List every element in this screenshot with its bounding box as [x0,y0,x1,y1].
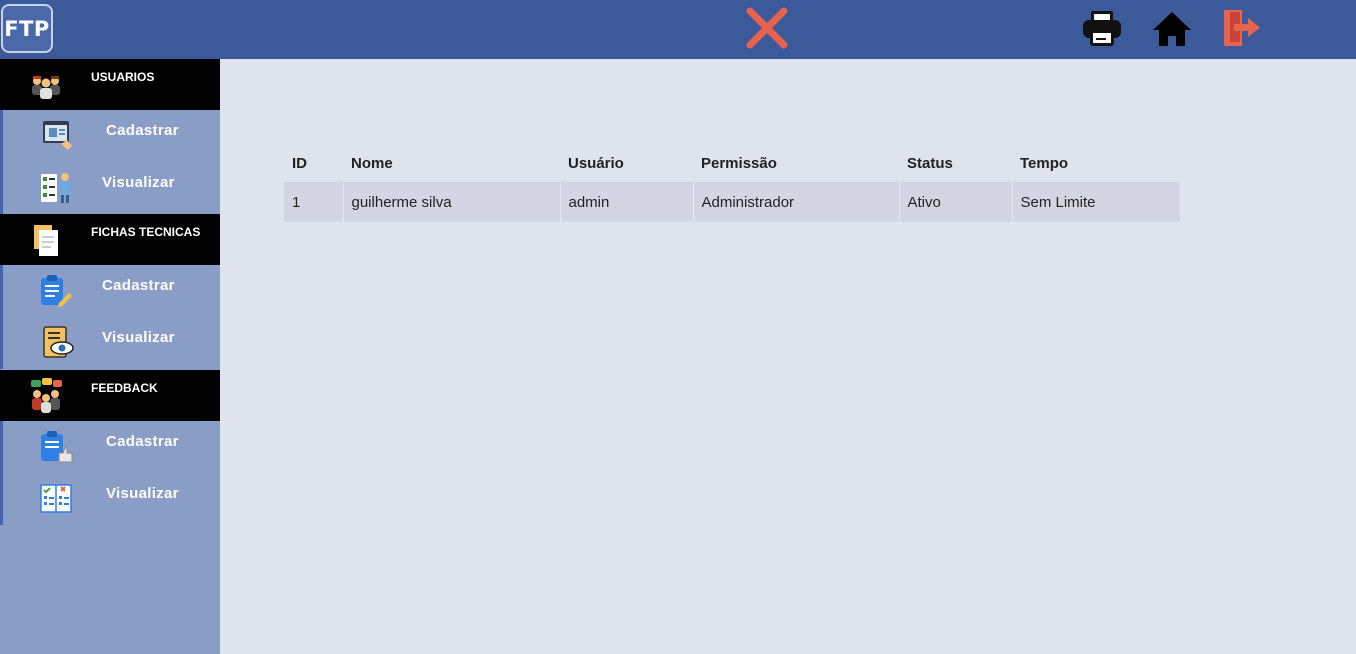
usuarios-visualizar[interactable]: Visualizar [3,162,220,214]
fichas-visualizar[interactable]: Visualizar [3,317,220,369]
feedback-cadastrar[interactable]: Cadastrar [3,421,220,473]
col-usuario[interactable]: Usuário [560,144,693,182]
cell-usuario: admin [560,182,694,222]
item-label: Visualizar [106,485,179,502]
cell-status: Ativo [899,182,1013,222]
fichas-cadastrar[interactable]: Cadastrar [3,265,220,317]
section-fichas-tecnicas[interactable]: FICHAS TECNICAS [0,214,220,265]
table-header-row: ID Nome Usuário Permissão Status Tempo [284,144,1180,182]
app-logo[interactable]: FTP [1,4,53,53]
item-label: Cadastrar [106,122,179,139]
clipboard-edit-icon [41,275,72,307]
users-group-icon [32,76,60,99]
section-title: USUARIOS [91,70,155,84]
register-user-icon [43,121,72,150]
section-title: FEEDBACK [91,381,158,395]
cell-tempo: Sem Limite [1012,182,1181,222]
users-table: ID Nome Usuário Permissão Status Tempo 1… [284,144,1181,222]
section-title: FICHAS TECNICAS [91,225,201,239]
cell-permissao: Administrador [693,182,900,222]
documents-icon [34,225,58,256]
exit-door-icon[interactable] [1219,8,1261,48]
feedback-people-icon [31,378,62,413]
section-usuarios-items: Cadastrar Visualizar [0,110,220,214]
section-usuarios[interactable]: USUARIOS [0,59,220,110]
close-x-icon[interactable] [745,7,789,49]
section-feedback[interactable]: FEEDBACK [0,370,220,421]
document-view-icon [43,326,74,358]
checklist-icon [40,484,72,513]
table-row[interactable]: 1 guilherme silva admin Administrador At… [284,182,1181,222]
clipboard-like-icon [41,431,73,463]
item-label: Visualizar [102,329,175,346]
col-permissao[interactable]: Permissão [693,144,899,182]
section-fichas-items: Cadastrar Visualizar [0,265,220,369]
col-tempo[interactable]: Tempo [1012,144,1180,182]
top-bar: FTP [0,0,1356,59]
view-users-icon [41,173,70,203]
item-label: Cadastrar [102,277,175,294]
section-feedback-items: Cadastrar Visualizar [0,421,220,525]
col-nome[interactable]: Nome [343,144,560,182]
col-id[interactable]: ID [284,144,343,182]
usuarios-cadastrar[interactable]: Cadastrar [3,110,220,162]
cell-id: 1 [284,182,344,222]
sidebar: USUARIOS Cadastrar Visualizar FICHAS TEC… [0,59,220,654]
col-status[interactable]: Status [899,144,1012,182]
printer-icon[interactable] [1081,8,1123,48]
feedback-visualizar[interactable]: Visualizar [3,473,220,525]
cell-nome: guilherme silva [343,182,561,222]
home-icon[interactable] [1151,8,1193,48]
item-label: Cadastrar [106,433,179,450]
item-label: Visualizar [102,174,175,191]
